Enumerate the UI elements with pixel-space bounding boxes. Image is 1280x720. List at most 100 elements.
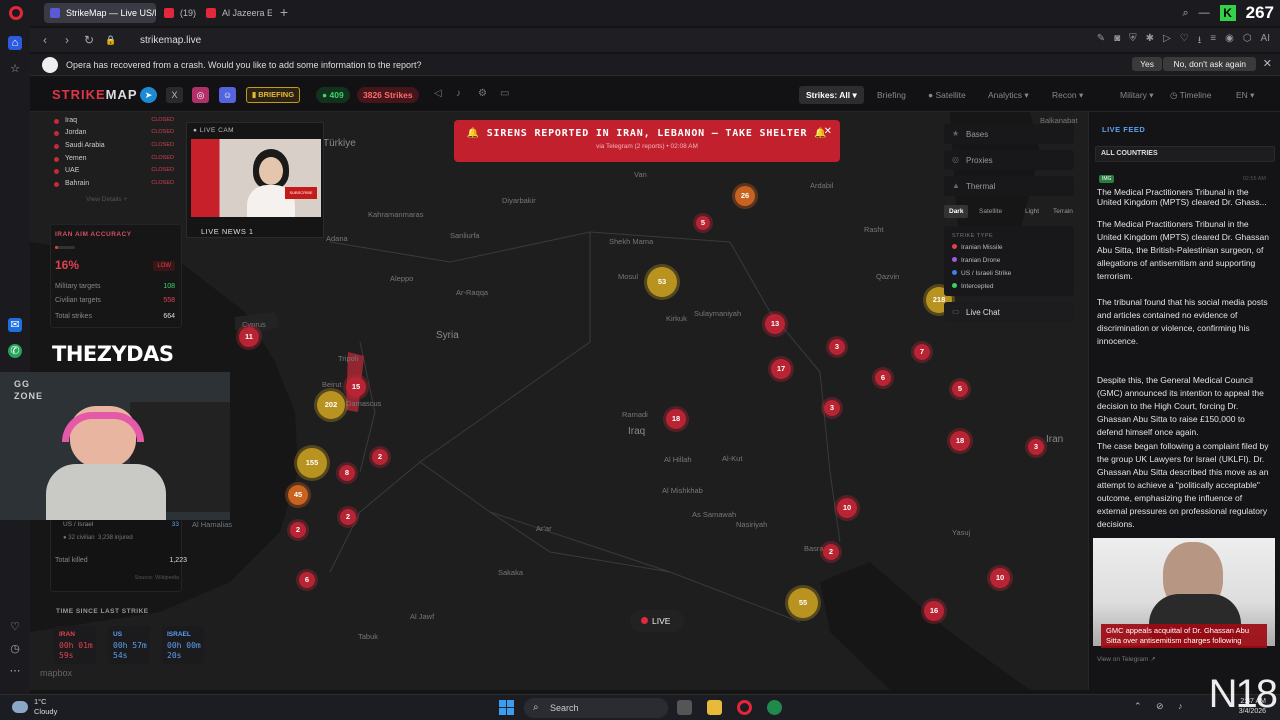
live-chat-button[interactable]: ▭ Live Chat (944, 302, 1074, 322)
strike-cluster[interactable]: 11 (239, 327, 259, 347)
new-tab-button[interactable]: + (276, 4, 292, 20)
style-satellite-button[interactable]: Satellite (974, 205, 1007, 218)
shield-icon[interactable]: ⛨ (1129, 33, 1137, 50)
layer-toggle-thermal[interactable]: ▲ Thermal (944, 176, 1074, 196)
download-icon[interactable]: ⭳ (1198, 33, 1202, 50)
tab-youtube[interactable]: (19) (158, 3, 206, 23)
style-light-button[interactable]: Light (1020, 205, 1044, 218)
edit-icon[interactable]: ✎ (1097, 33, 1105, 50)
x-icon[interactable]: X (166, 87, 183, 103)
crash-no-button[interactable]: No, don't ask again (1163, 57, 1256, 71)
strike-cluster[interactable]: 2 (290, 522, 306, 538)
strike-cluster[interactable]: 16 (924, 601, 944, 621)
strike-cluster[interactable]: 10 (837, 498, 857, 518)
more-icon[interactable]: ⋯ (8, 664, 22, 678)
instagram-icon[interactable]: ◎ (192, 87, 209, 103)
strike-cluster[interactable]: 5 (696, 216, 710, 230)
search-tabs-icon[interactable]: ⌕ (1182, 7, 1188, 20)
tray-chevron-icon[interactable]: ⌃ (1134, 701, 1142, 712)
app-taskbar-icon[interactable] (767, 700, 782, 715)
settings-icon[interactable]: ⚙ (478, 88, 487, 99)
strike-cluster[interactable]: 45 (288, 485, 308, 505)
telegram-icon[interactable]: ➤ (140, 87, 157, 103)
mute-icon[interactable]: ◁ (434, 88, 442, 99)
network-icon[interactable]: ⊘ (1156, 701, 1164, 712)
bell-icon[interactable]: ♪ (456, 88, 461, 99)
strike-cluster[interactable]: 6 (299, 572, 315, 588)
opera-taskbar-icon[interactable] (737, 700, 752, 715)
nav-analytics[interactable]: Analytics ▾ (988, 90, 1029, 101)
briefing-button[interactable]: ▮ BRIEFING (246, 87, 301, 103)
reload-icon[interactable]: ↻ (78, 33, 100, 47)
nav-recon[interactable]: Recon ▾ (1052, 90, 1083, 101)
file-explorer-icon[interactable] (707, 700, 722, 715)
strike-cluster[interactable]: 3 (824, 400, 840, 416)
strike-cluster[interactable]: 2 (823, 544, 839, 560)
nav-timeline[interactable]: ◷ Timeline (1170, 90, 1211, 101)
url-field[interactable]: strikemap.live (140, 35, 201, 46)
strike-cluster[interactable]: 3 (829, 339, 845, 355)
play-icon[interactable]: ▷ (1163, 33, 1171, 50)
profile-icon[interactable]: ◉ (1225, 33, 1234, 50)
nav-military[interactable]: Military ▾ (1120, 90, 1154, 101)
live-cam-widget[interactable]: ● LIVE CAM SUBSCRIBE LIVE NEWS 1 (186, 122, 324, 238)
opera-logo-icon[interactable] (9, 6, 23, 20)
strike-cluster[interactable]: 55 (788, 588, 818, 618)
country-filter-dropdown[interactable]: ALL COUNTRIES (1095, 146, 1275, 162)
view-details-link[interactable]: View Details + (86, 196, 127, 203)
subscribe-button[interactable]: SUBSCRIBE (285, 187, 317, 199)
strike-cluster[interactable]: 10 (990, 568, 1010, 588)
feed-headline[interactable]: The Medical Practitioners Tribunal in th… (1097, 187, 1273, 207)
strike-cluster[interactable]: 18 (666, 409, 686, 429)
strike-cluster[interactable]: 18 (950, 431, 970, 451)
strikes-filter-dropdown[interactable]: Strikes: All ▾ (799, 86, 864, 104)
weather-widget[interactable]: 1°C Cloudy (34, 697, 57, 717)
style-dark-button[interactable]: Dark (944, 205, 969, 218)
layer-toggle-proxies[interactable]: ◎ Proxies (944, 150, 1074, 170)
close-icon[interactable]: ✕ (824, 126, 832, 137)
strike-cluster[interactable]: 15 (346, 377, 366, 397)
heart-outline-icon[interactable]: ♡ (1180, 33, 1189, 50)
history-icon[interactable]: ◷ (8, 642, 22, 656)
strike-cluster[interactable]: 13 (765, 314, 785, 334)
task-view-icon[interactable] (677, 700, 692, 715)
strike-cluster[interactable]: 202 (317, 391, 345, 419)
strike-cluster[interactable]: 2 (372, 449, 388, 465)
live-button[interactable]: LIVE (630, 610, 684, 632)
style-terrain-button[interactable]: Terrain (1048, 205, 1078, 218)
windows-start-icon[interactable] (499, 700, 514, 715)
strike-cluster[interactable]: 6 (875, 370, 891, 386)
forward-icon[interactable]: › (56, 33, 78, 47)
back-icon[interactable]: ‹ (34, 33, 56, 47)
chat-icon[interactable]: ▭ (500, 88, 509, 99)
strike-cluster[interactable]: 5 (952, 381, 968, 397)
tab-strikemap[interactable]: StrikeMap — Live US/Israe (44, 3, 156, 23)
close-icon[interactable]: ✕ (1263, 57, 1272, 70)
live-cam-video[interactable]: SUBSCRIBE (191, 139, 321, 217)
discord-icon[interactable]: ☺ (219, 87, 236, 103)
minimize-icon[interactable]: — (1199, 7, 1210, 19)
menu-icon[interactable]: ≡ (1210, 33, 1216, 50)
whatsapp-icon[interactable]: ✆ (8, 344, 22, 358)
camera-icon[interactable]: ◙ (1114, 33, 1120, 50)
heart-icon[interactable]: ♡ (8, 620, 22, 634)
view-on-telegram-link[interactable]: View on Telegram ↗ (1097, 655, 1156, 663)
ai-icon[interactable]: AI (1261, 33, 1270, 50)
crash-yes-button[interactable]: Yes (1132, 57, 1162, 71)
language-dropdown[interactable]: EN ▾ (1236, 90, 1254, 101)
strike-cluster[interactable]: 2 (340, 509, 356, 525)
site-logo[interactable]: STRIKEMAP (52, 87, 138, 102)
layer-toggle-bases[interactable]: ★ Bases (944, 124, 1074, 144)
extension-icon[interactable]: ✱ (1146, 33, 1154, 50)
speed-dial-icon[interactable]: ☆ (8, 62, 22, 76)
volume-icon[interactable]: ♪ (1178, 701, 1183, 711)
strike-cluster[interactable]: 8 (339, 465, 355, 481)
strike-cluster[interactable]: 7 (914, 344, 930, 360)
tab-aljazeera[interactable]: Al Jazeera Eng (200, 3, 272, 23)
taskbar-search[interactable]: ⌕ Search (524, 698, 668, 718)
strike-cluster[interactable]: 155 (297, 448, 327, 478)
nav-satellite[interactable]: ● Satellite (928, 90, 966, 100)
nav-briefing[interactable]: Briefing (877, 90, 906, 100)
messenger-icon[interactable]: ✉ (8, 318, 22, 332)
strike-cluster[interactable]: 53 (647, 267, 677, 297)
